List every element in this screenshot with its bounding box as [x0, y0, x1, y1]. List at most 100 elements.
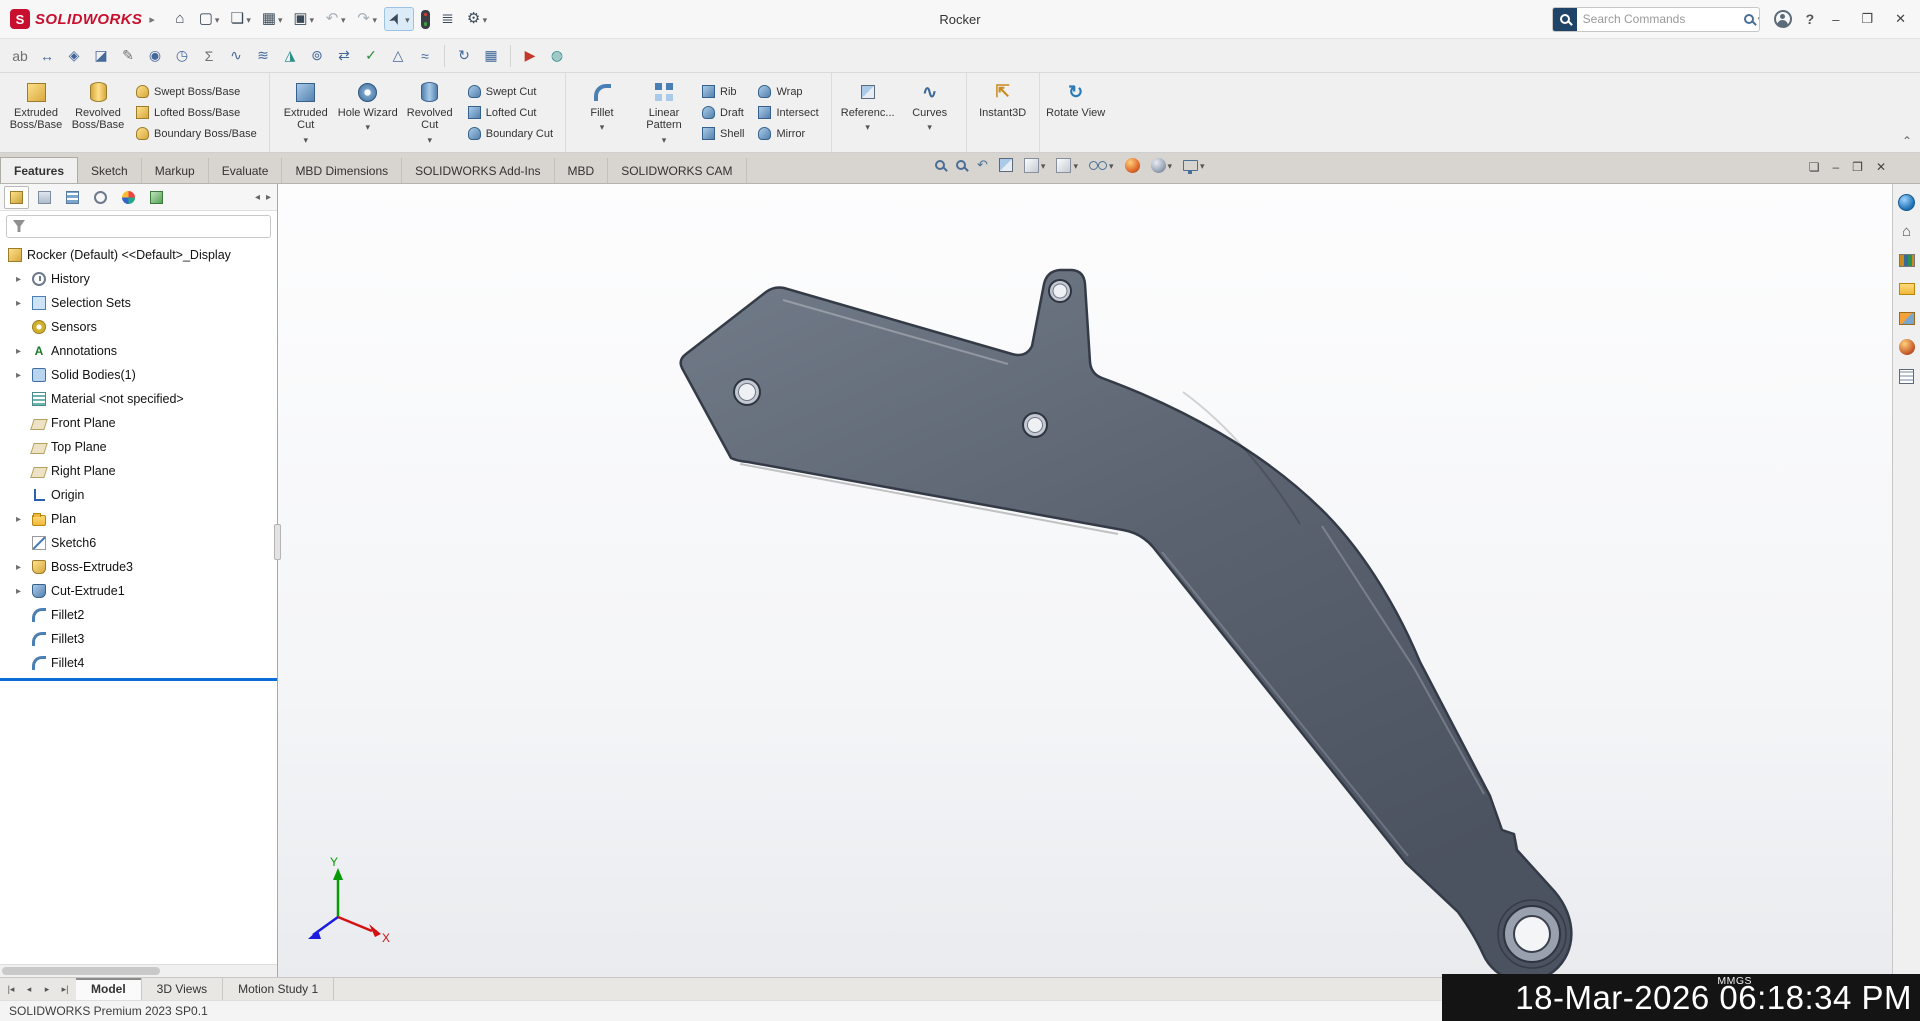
new-document-button[interactable]: ▢ [195, 8, 223, 30]
simulation-advisor-icon[interactable]: ▶ [518, 44, 542, 68]
equations-icon[interactable]: Σ [197, 44, 221, 68]
open-button[interactable]: ❏ [226, 8, 254, 30]
panel-splitter-grip[interactable] [274, 524, 281, 560]
tree-item-boss-extrude3[interactable]: Boss-Extrude3 [0, 555, 277, 579]
macro-button[interactable] [418, 7, 433, 32]
tree-item-origin[interactable]: Origin [0, 483, 277, 507]
expand-arrow-icon[interactable] [16, 514, 27, 525]
swept-boss-base-button[interactable]: Swept Boss/Base [133, 82, 260, 102]
hide-show-caret-icon[interactable] [1109, 158, 1114, 172]
tree-item-solid-bodies[interactable]: Solid Bodies(1) [0, 363, 277, 387]
home-tab-button[interactable]: ⌂ [1897, 221, 1917, 241]
propertymanager-tab[interactable] [32, 186, 57, 209]
apply-scene-button[interactable] [1151, 158, 1173, 173]
open-caret-icon[interactable] [245, 12, 251, 26]
compare-icon[interactable]: ⇄ [332, 44, 356, 68]
deviation-analysis-icon[interactable]: ≈ [413, 44, 437, 68]
logo-expand-arrow-icon[interactable]: ▸ [149, 13, 155, 26]
save-button[interactable]: ▦ [258, 8, 286, 30]
search-commands-box[interactable]: ▾ [1552, 7, 1760, 32]
view-settings-caret-icon[interactable] [1200, 158, 1205, 172]
help-icon[interactable]: ? [1806, 11, 1815, 27]
pane-tabs-scroll-left-icon[interactable]: ◂ [255, 192, 260, 203]
costing-icon[interactable]: ◍ [545, 44, 569, 68]
tab-mbd[interactable]: MBD [555, 158, 609, 183]
user-account-icon[interactable] [1774, 10, 1792, 28]
view-orientation-button[interactable] [1024, 158, 1046, 173]
tab-mbd-dimensions[interactable]: MBD Dimensions [282, 158, 402, 183]
tree-item-sensors[interactable]: Sensors [0, 315, 277, 339]
display-style-button[interactable] [1056, 158, 1078, 173]
hole-left[interactable] [734, 379, 760, 405]
select-button[interactable]: ➤ [384, 7, 414, 31]
motion-study-tab[interactable]: Motion Study 1 [223, 978, 334, 1000]
tree-item-history[interactable]: History [0, 267, 277, 291]
linear-pattern-button[interactable]: Linear Pattern [633, 76, 695, 149]
measure-icon[interactable]: ↔ [35, 44, 59, 68]
tree-item-top-plane[interactable]: Top Plane [0, 435, 277, 459]
section-view-button[interactable] [999, 158, 1013, 172]
search-submit-icon[interactable] [1744, 14, 1754, 24]
thickness-analysis-icon[interactable]: ⊚ [305, 44, 329, 68]
file-properties-button[interactable]: ≣ [437, 8, 459, 30]
redo-caret-icon[interactable] [372, 12, 378, 26]
first-tab-icon[interactable] [3, 984, 19, 995]
options-caret-icon[interactable] [482, 12, 488, 26]
tree-item-fillet4[interactable]: Fillet4 [0, 651, 277, 675]
section-properties-icon[interactable]: ◪ [89, 44, 113, 68]
previous-view-button[interactable]: ↶ [977, 157, 988, 173]
tab-sketch[interactable]: Sketch [78, 158, 142, 183]
zoom-area-button[interactable] [956, 160, 966, 170]
rocker-part[interactable] [681, 270, 1572, 977]
expand-arrow-icon[interactable] [16, 298, 27, 309]
swept-cut-button[interactable]: Swept Cut [465, 82, 556, 102]
edit-appearance-button[interactable] [1125, 158, 1140, 173]
performance-evaluation-icon[interactable]: ◷ [170, 44, 194, 68]
tree-horizontal-scrollbar[interactable] [0, 964, 277, 977]
tab-markup[interactable]: Markup [142, 158, 209, 183]
expand-arrow-icon[interactable] [16, 346, 27, 357]
next-tab-icon[interactable] [39, 984, 55, 995]
ribbon-collapse-icon[interactable]: ⌃ [1902, 134, 1912, 148]
fillet-button[interactable]: Fillet [571, 76, 633, 149]
redo-button[interactable]: ↷ [353, 8, 381, 30]
displaymanager-tab[interactable] [116, 186, 141, 209]
save-caret-icon[interactable] [277, 12, 283, 26]
extruded-cut-button[interactable]: Extruded Cut [275, 76, 337, 149]
dimxpertmanager-tab[interactable] [88, 186, 113, 209]
window-close-button[interactable]: ✕ [1891, 11, 1910, 27]
tree-item-fillet2[interactable]: Fillet2 [0, 603, 277, 627]
expand-arrow-icon[interactable] [16, 562, 27, 573]
tree-item-cut-extrude1[interactable]: Cut-Extrude1 [0, 579, 277, 603]
rib-button[interactable]: Rib [699, 82, 747, 102]
file-explorer-button[interactable] [1897, 279, 1917, 299]
3d-views-tab[interactable]: 3D Views [142, 978, 223, 1000]
minimize-document-icon[interactable]: – [1832, 160, 1839, 174]
spellcheck-icon[interactable]: ab [8, 44, 32, 68]
intersect-button[interactable]: Intersect [755, 103, 821, 123]
window-restore-button[interactable]: ❐ [1857, 11, 1877, 27]
model-canvas[interactable]: Y X [278, 184, 1892, 977]
expand-arrow-icon[interactable] [16, 370, 27, 381]
update-icon[interactable]: ↻ [452, 44, 476, 68]
draft-button[interactable]: Draft [699, 103, 747, 123]
hole-wizard-button[interactable]: Hole Wizard [337, 76, 399, 149]
tree-item-front-plane[interactable]: Front Plane [0, 411, 277, 435]
tab-features[interactable]: Features [0, 157, 78, 183]
pane-tabs-scroll-right-icon[interactable]: ▸ [266, 192, 271, 203]
undo-caret-icon[interactable] [340, 12, 346, 26]
rollback-bar[interactable] [0, 678, 277, 681]
view-settings-button[interactable] [1183, 158, 1205, 172]
zoom-fit-button[interactable] [935, 160, 945, 170]
tab-solidworks-add-ins[interactable]: SOLIDWORKS Add-Ins [402, 158, 554, 183]
hole-middle[interactable] [1023, 413, 1047, 437]
check-entity-icon[interactable]: ✓ [359, 44, 383, 68]
draft-analysis-icon[interactable]: ◮ [278, 44, 302, 68]
hole-bottom-large[interactable] [1504, 906, 1560, 962]
expand-arrow-icon[interactable] [16, 586, 27, 597]
curves-button[interactable]: ∿ Curves [899, 76, 961, 149]
cam-tree-tab[interactable] [144, 186, 169, 209]
zebra-stripes-icon[interactable]: ≋ [251, 44, 275, 68]
curvature-icon[interactable]: ∿ [224, 44, 248, 68]
display-style-caret-icon[interactable] [1073, 158, 1078, 172]
